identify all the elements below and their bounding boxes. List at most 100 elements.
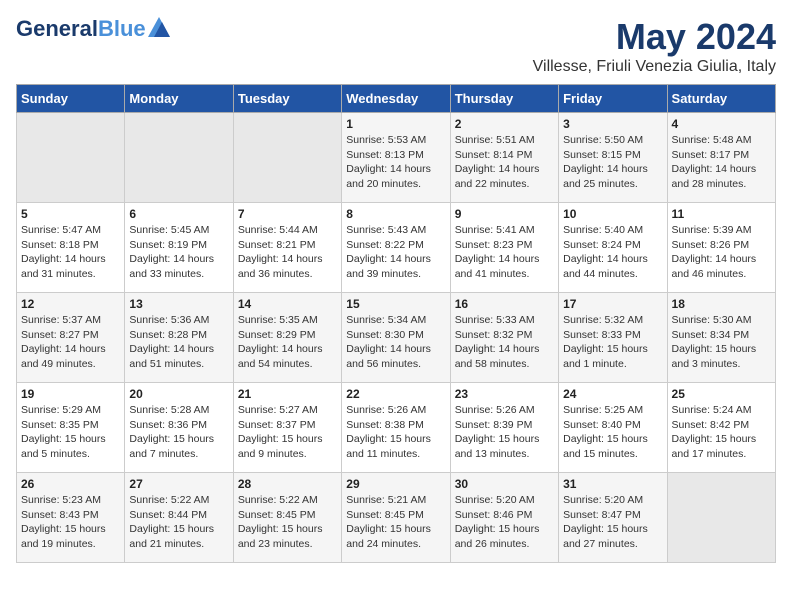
title-block: May 2024 Villesse, Friuli Venezia Giulia…	[533, 16, 776, 76]
day-number: 9	[455, 207, 554, 221]
day-number: 4	[672, 117, 771, 131]
day-number: 3	[563, 117, 662, 131]
table-row: 30 Sunrise: 5:20 AM Sunset: 8:46 PM Dayli…	[450, 473, 558, 563]
day-info: Sunrise: 5:37 AM Sunset: 8:27 PM Dayligh…	[21, 313, 120, 372]
day-info: Sunrise: 5:44 AM Sunset: 8:21 PM Dayligh…	[238, 223, 337, 282]
day-number: 2	[455, 117, 554, 131]
logo: General Blue	[16, 16, 170, 42]
table-row: 11 Sunrise: 5:39 AM Sunset: 8:26 PM Dayli…	[667, 203, 775, 293]
day-number: 19	[21, 387, 120, 401]
day-info: Sunrise: 5:45 AM Sunset: 8:19 PM Dayligh…	[129, 223, 228, 282]
table-row: 7 Sunrise: 5:44 AM Sunset: 8:21 PM Daylig…	[233, 203, 341, 293]
logo-icon	[148, 17, 170, 42]
day-number: 15	[346, 297, 445, 311]
day-info: Sunrise: 5:53 AM Sunset: 8:13 PM Dayligh…	[346, 133, 445, 192]
location-subtitle: Villesse, Friuli Venezia Giulia, Italy	[533, 58, 776, 76]
day-number: 16	[455, 297, 554, 311]
day-info: Sunrise: 5:20 AM Sunset: 8:46 PM Dayligh…	[455, 493, 554, 552]
day-info: Sunrise: 5:40 AM Sunset: 8:24 PM Dayligh…	[563, 223, 662, 282]
table-row: 19 Sunrise: 5:29 AM Sunset: 8:35 PM Dayli…	[17, 383, 125, 473]
day-info: Sunrise: 5:51 AM Sunset: 8:14 PM Dayligh…	[455, 133, 554, 192]
day-number: 26	[21, 477, 120, 491]
day-number: 14	[238, 297, 337, 311]
day-info: Sunrise: 5:33 AM Sunset: 8:32 PM Dayligh…	[455, 313, 554, 372]
day-number: 30	[455, 477, 554, 491]
month-year-title: May 2024	[533, 16, 776, 58]
day-number: 17	[563, 297, 662, 311]
table-row: 22 Sunrise: 5:26 AM Sunset: 8:38 PM Dayli…	[342, 383, 450, 473]
day-number: 27	[129, 477, 228, 491]
table-row: 24 Sunrise: 5:25 AM Sunset: 8:40 PM Dayli…	[559, 383, 667, 473]
calendar-table: Sunday Monday Tuesday Wednesday Thursday…	[16, 84, 776, 563]
calendar-week-row: 5Sunrise: 5:47 AM Sunset: 8:18 PM Daylig…	[17, 203, 776, 293]
col-sunday: Sunday	[17, 85, 125, 113]
table-row: 18 Sunrise: 5:30 AM Sunset: 8:34 PM Dayli…	[667, 293, 775, 383]
calendar-week-row: 1 Sunrise: 5:53 AM Sunset: 8:13 PM Daylig…	[17, 113, 776, 203]
calendar-week-row: 12 Sunrise: 5:37 AM Sunset: 8:27 PM Dayli…	[17, 293, 776, 383]
day-info: Sunrise: 5:21 AM Sunset: 8:45 PM Dayligh…	[346, 493, 445, 552]
day-info: Sunrise: 5:20 AM Sunset: 8:47 PM Dayligh…	[563, 493, 662, 552]
day-number: 25	[672, 387, 771, 401]
table-row: 23Sunrise: 5:26 AM Sunset: 8:39 PM Dayli…	[450, 383, 558, 473]
day-info: Sunrise: 5:39 AM Sunset: 8:26 PM Dayligh…	[672, 223, 771, 282]
table-row: 27 Sunrise: 5:22 AM Sunset: 8:44 PM Dayli…	[125, 473, 233, 563]
day-info: Sunrise: 5:23 AM Sunset: 8:43 PM Dayligh…	[21, 493, 120, 552]
table-row: 31 Sunrise: 5:20 AM Sunset: 8:47 PM Dayli…	[559, 473, 667, 563]
table-row: 29 Sunrise: 5:21 AM Sunset: 8:45 PM Dayli…	[342, 473, 450, 563]
day-number: 24	[563, 387, 662, 401]
col-monday: Monday	[125, 85, 233, 113]
table-row: 17Sunrise: 5:32 AM Sunset: 8:33 PM Dayli…	[559, 293, 667, 383]
table-row: 10 Sunrise: 5:40 AM Sunset: 8:24 PM Dayli…	[559, 203, 667, 293]
day-number: 23	[455, 387, 554, 401]
day-number: 1	[346, 117, 445, 131]
col-wednesday: Wednesday	[342, 85, 450, 113]
day-info: Sunrise: 5:30 AM Sunset: 8:34 PM Dayligh…	[672, 313, 771, 372]
logo-general: General	[16, 16, 98, 42]
table-row: 13 Sunrise: 5:36 AM Sunset: 8:28 PM Dayli…	[125, 293, 233, 383]
day-number: 13	[129, 297, 228, 311]
day-info: Sunrise: 5:28 AM Sunset: 8:36 PM Dayligh…	[129, 403, 228, 462]
table-row: 21Sunrise: 5:27 AM Sunset: 8:37 PM Dayli…	[233, 383, 341, 473]
day-number: 28	[238, 477, 337, 491]
day-info: Sunrise: 5:22 AM Sunset: 8:44 PM Dayligh…	[129, 493, 228, 552]
day-number: 11	[672, 207, 771, 221]
day-info: Sunrise: 5:41 AM Sunset: 8:23 PM Dayligh…	[455, 223, 554, 282]
page-header: General Blue May 2024 Villesse, Friuli V…	[16, 16, 776, 76]
logo-blue: Blue	[98, 16, 146, 42]
day-info: Sunrise: 5:25 AM Sunset: 8:40 PM Dayligh…	[563, 403, 662, 462]
day-number: 18	[672, 297, 771, 311]
day-info: Sunrise: 5:34 AM Sunset: 8:30 PM Dayligh…	[346, 313, 445, 372]
table-row: 25 Sunrise: 5:24 AM Sunset: 8:42 PM Dayli…	[667, 383, 775, 473]
table-row: 15 Sunrise: 5:34 AM Sunset: 8:30 PM Dayli…	[342, 293, 450, 383]
day-info: Sunrise: 5:26 AM Sunset: 8:38 PM Dayligh…	[346, 403, 445, 462]
day-info: Sunrise: 5:22 AM Sunset: 8:45 PM Dayligh…	[238, 493, 337, 552]
day-info: Sunrise: 5:29 AM Sunset: 8:35 PM Dayligh…	[21, 403, 120, 462]
table-row	[233, 113, 341, 203]
day-number: 8	[346, 207, 445, 221]
table-row: 6 Sunrise: 5:45 AM Sunset: 8:19 PM Daylig…	[125, 203, 233, 293]
table-row: 2 Sunrise: 5:51 AM Sunset: 8:14 PM Daylig…	[450, 113, 558, 203]
calendar-week-row: 26 Sunrise: 5:23 AM Sunset: 8:43 PM Dayli…	[17, 473, 776, 563]
table-row: 14Sunrise: 5:35 AM Sunset: 8:29 PM Dayli…	[233, 293, 341, 383]
col-friday: Friday	[559, 85, 667, 113]
day-number: 7	[238, 207, 337, 221]
day-number: 10	[563, 207, 662, 221]
day-number: 29	[346, 477, 445, 491]
day-number: 22	[346, 387, 445, 401]
table-row: 16 Sunrise: 5:33 AM Sunset: 8:32 PM Dayli…	[450, 293, 558, 383]
day-info: Sunrise: 5:36 AM Sunset: 8:28 PM Dayligh…	[129, 313, 228, 372]
table-row: 1 Sunrise: 5:53 AM Sunset: 8:13 PM Daylig…	[342, 113, 450, 203]
table-row: 20Sunrise: 5:28 AM Sunset: 8:36 PM Dayli…	[125, 383, 233, 473]
day-info: Sunrise: 5:24 AM Sunset: 8:42 PM Dayligh…	[672, 403, 771, 462]
col-saturday: Saturday	[667, 85, 775, 113]
day-info: Sunrise: 5:50 AM Sunset: 8:15 PM Dayligh…	[563, 133, 662, 192]
table-row: 5Sunrise: 5:47 AM Sunset: 8:18 PM Daylig…	[17, 203, 125, 293]
day-info: Sunrise: 5:43 AM Sunset: 8:22 PM Dayligh…	[346, 223, 445, 282]
day-number: 12	[21, 297, 120, 311]
table-row: 28 Sunrise: 5:22 AM Sunset: 8:45 PM Dayli…	[233, 473, 341, 563]
calendar-week-row: 19 Sunrise: 5:29 AM Sunset: 8:35 PM Dayli…	[17, 383, 776, 473]
day-info: Sunrise: 5:47 AM Sunset: 8:18 PM Dayligh…	[21, 223, 120, 282]
day-number: 6	[129, 207, 228, 221]
day-number: 31	[563, 477, 662, 491]
col-thursday: Thursday	[450, 85, 558, 113]
